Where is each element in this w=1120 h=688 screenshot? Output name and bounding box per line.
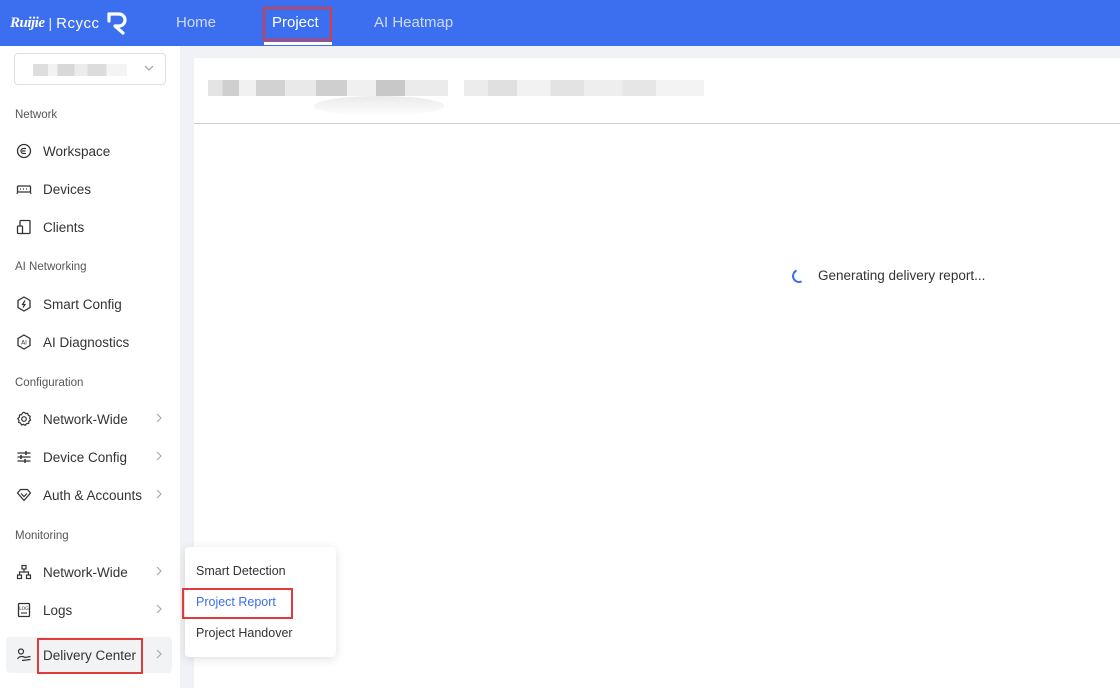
- sidebar-item-device-config[interactable]: Device Config: [0, 439, 180, 475]
- workspace-icon: [15, 142, 33, 160]
- top-navigation-bar: Ruijie | Rcycc Home Project AI Heatmap: [0, 0, 1120, 46]
- devices-icon: [15, 180, 33, 198]
- flyout-item-project-report[interactable]: Project Report: [196, 595, 276, 609]
- sidebar-item-smart-config[interactable]: Smart Config: [0, 286, 180, 322]
- sidebar: Network Workspace Devices Clients AI Net…: [0, 46, 180, 688]
- spinner-icon: [790, 266, 808, 285]
- flyout-item-smart-detection[interactable]: Smart Detection: [196, 564, 286, 578]
- logs-icon: LOG: [15, 601, 33, 619]
- chevron-right-icon: [155, 489, 163, 502]
- sidebar-item-config-network-wide[interactable]: Network-Wide: [0, 401, 180, 437]
- topology-icon: [15, 563, 33, 581]
- section-label-configuration: Configuration: [15, 377, 84, 389]
- sidebar-item-delivery-center[interactable]: Delivery Center: [6, 637, 172, 673]
- chevron-right-icon: [155, 413, 163, 426]
- sidebar-item-clients[interactable]: Clients: [0, 209, 180, 245]
- svg-text:AI: AI: [21, 340, 27, 347]
- sidebar-item-label: Clients: [43, 219, 85, 235]
- chevron-down-icon: [143, 62, 155, 77]
- redacted-title: [208, 80, 448, 96]
- nav-active-indicator: [264, 42, 332, 45]
- diamond-icon: [15, 486, 33, 504]
- sidebar-item-logs[interactable]: LOG Logs: [0, 592, 180, 628]
- redacted-title-shadow: [314, 96, 444, 116]
- chevron-right-icon: [155, 566, 163, 579]
- section-label-ai-networking: AI Networking: [15, 261, 87, 273]
- loading-text: Generating delivery report...: [818, 268, 986, 283]
- sidebar-item-ai-diagnostics[interactable]: AI AI Diagnostics: [0, 324, 180, 360]
- sidebar-item-workspace[interactable]: Workspace: [0, 133, 180, 169]
- nav-home[interactable]: Home: [176, 0, 216, 46]
- logo-sub: Rcycc: [56, 14, 100, 32]
- logo-separator: |: [48, 15, 53, 31]
- sidebar-item-label: Smart Config: [43, 296, 122, 312]
- chevron-right-icon: [155, 604, 163, 617]
- gear-icon: [15, 410, 33, 428]
- redacted-project-name: [33, 64, 127, 76]
- smart-config-icon: [15, 295, 33, 313]
- ruijie-logo[interactable]: Ruijie | Rcycc: [10, 9, 128, 37]
- handshake-icon: [15, 646, 33, 664]
- nav-project[interactable]: Project: [272, 0, 319, 46]
- sidebar-item-label: Network-Wide: [43, 564, 128, 580]
- sidebar-item-monitor-network-wide[interactable]: Network-Wide: [0, 554, 180, 590]
- chevron-right-icon: [155, 451, 163, 464]
- loading-indicator: Generating delivery report...: [790, 266, 986, 285]
- sidebar-item-label: Device Config: [43, 449, 128, 465]
- section-label-monitoring: Monitoring: [15, 530, 69, 542]
- sidebar-item-label: Devices: [43, 181, 92, 197]
- sidebar-item-devices[interactable]: Devices: [0, 171, 180, 207]
- sidebar-item-label: AI Diagnostics: [43, 334, 130, 350]
- logo-brand: Ruijie: [10, 14, 45, 31]
- ai-diagnostics-icon: AI: [15, 333, 33, 351]
- sidebar-item-label: Network-Wide: [43, 411, 128, 427]
- sidebar-item-label: Workspace: [43, 143, 111, 159]
- sidebar-item-label: Delivery Center: [43, 647, 137, 663]
- clients-icon: [15, 218, 33, 236]
- sidebar-item-auth-accounts[interactable]: Auth & Accounts: [0, 477, 180, 513]
- reyee-mark-icon: [106, 12, 127, 35]
- redacted-subtitle: [464, 80, 704, 96]
- svg-text:LOG: LOG: [19, 606, 29, 612]
- section-label-network: Network: [15, 109, 58, 121]
- sidebar-item-label: Logs: [43, 602, 73, 618]
- nav-ai-heatmap[interactable]: AI Heatmap: [374, 0, 453, 46]
- sliders-icon: [15, 448, 33, 466]
- flyout-item-project-handover[interactable]: Project Handover: [196, 626, 293, 640]
- project-selector[interactable]: [14, 53, 166, 85]
- chevron-right-icon: [155, 649, 163, 662]
- delivery-center-flyout: Smart Detection Project Report Project H…: [185, 547, 336, 657]
- sidebar-item-label: Auth & Accounts: [43, 487, 143, 503]
- report-header: [194, 58, 1120, 124]
